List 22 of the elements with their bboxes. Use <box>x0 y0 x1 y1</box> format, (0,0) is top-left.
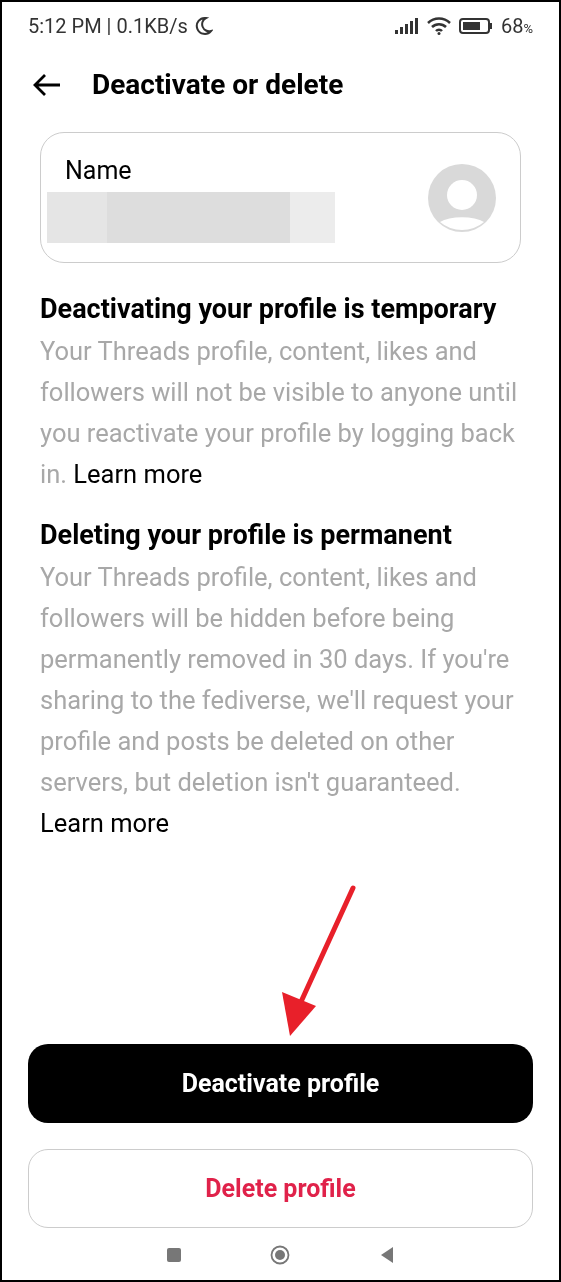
section-description: Your Threads profile, content, likes and followers will be hidden before being permanently removed in 30 days. If you're sharing to the fediverse, we'll request your profile and posts be deleted on other servers, but deletion isn't guaranteed. Learn more <box>40 561 515 840</box>
name-label: Name <box>65 155 133 188</box>
back-arrow-icon[interactable] <box>32 73 62 97</box>
learn-more-link[interactable]: Learn more <box>73 459 203 489</box>
avatar-icon <box>428 163 496 232</box>
signal-icon <box>395 18 419 34</box>
battery-level: 68% <box>501 13 533 40</box>
section-heading: Deactivating your profile is temporary <box>40 292 498 327</box>
status-separator: | <box>106 13 112 40</box>
deactivate-button[interactable]: Deactivate profile <box>28 1044 533 1123</box>
status-time: 5:12 PM <box>28 13 102 40</box>
delete-button[interactable]: Delete profile <box>28 1149 533 1228</box>
home-icon[interactable] <box>270 1245 291 1265</box>
profile-card[interactable]: Name <box>40 132 521 263</box>
section-description: Your Threads profile, content, likes and followers will not be visible to anyone until you reactivate your profile by logging back in. Learn more <box>40 335 519 491</box>
wifi-icon <box>427 17 451 35</box>
network-speed: 0.1KB/s <box>116 13 188 40</box>
page-title: Deactivate or delete <box>92 67 344 103</box>
recent-apps-icon[interactable] <box>166 1247 183 1263</box>
learn-more-link[interactable]: Learn more <box>40 808 169 838</box>
battery-icon <box>459 18 493 34</box>
section-heading: Deleting your profile is permanent <box>40 518 453 553</box>
